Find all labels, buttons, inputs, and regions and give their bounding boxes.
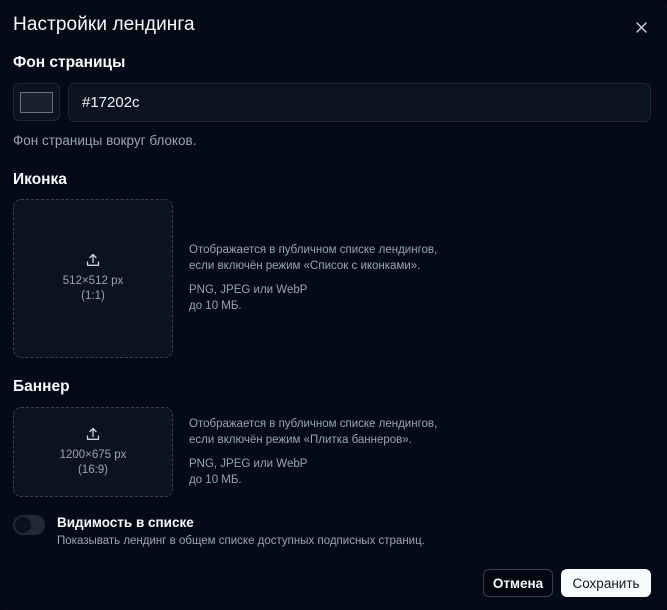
background-color-input[interactable] (68, 83, 651, 122)
visibility-hint: Показывать лендинг в общем списке доступ… (57, 535, 425, 547)
color-swatch (20, 91, 53, 113)
icon-formats: PNG, JPEG или WebP (189, 284, 308, 296)
landing-settings-dialog: Настройки лендинга Фон страницы Фон стра… (0, 0, 667, 610)
color-picker-button[interactable] (13, 83, 60, 121)
icon-desc-line2: если включён режим «Список с иконками». (189, 260, 421, 272)
banner-desc-line1: Отображается в публичном списке лендинго… (189, 418, 438, 430)
icon-max-size: до 10 МБ. (189, 300, 242, 312)
banner-desc-line2: если включён режим «Плитка баннеров». (189, 434, 412, 446)
icon-ratio-text: (1:1) (81, 290, 105, 302)
banner-section-label: Баннер (13, 378, 70, 395)
banner-ratio-text: (16:9) (77, 463, 109, 476)
background-section-label: Фон страницы (13, 54, 126, 71)
banner-max-size: до 10 МБ. (189, 474, 242, 486)
icon-size-text: 512×512 px (62, 275, 124, 287)
upload-icon (86, 427, 100, 440)
visibility-title: Видимость в списке (57, 515, 194, 530)
close-button[interactable] (633, 19, 649, 35)
banner-size-text: 1200×675 px (59, 448, 127, 461)
banner-description: Отображается в публичном списке лендинго… (189, 416, 437, 488)
toggle-knob (15, 517, 31, 533)
icon-section-label: Иконка (13, 171, 67, 188)
save-button[interactable]: Сохранить (561, 569, 651, 597)
close-icon (635, 21, 647, 33)
banner-formats: PNG, JPEG или WebP (189, 458, 308, 470)
icon-description: Отображается в публичном списке лендинго… (189, 242, 437, 314)
upload-icon (86, 253, 100, 266)
background-hint: Фон страницы вокруг блоков. (13, 133, 197, 148)
visibility-toggle[interactable] (13, 515, 45, 535)
cancel-button[interactable]: Отмена (483, 569, 553, 597)
banner-upload-dropzone[interactable]: 1200×675 px (16:9) (13, 407, 173, 497)
icon-desc-line1: Отображается в публичном списке лендинго… (189, 244, 438, 256)
dialog-title: Настройки лендинга (13, 14, 195, 35)
icon-upload-dropzone[interactable]: 512×512 px (1:1) (13, 199, 173, 358)
